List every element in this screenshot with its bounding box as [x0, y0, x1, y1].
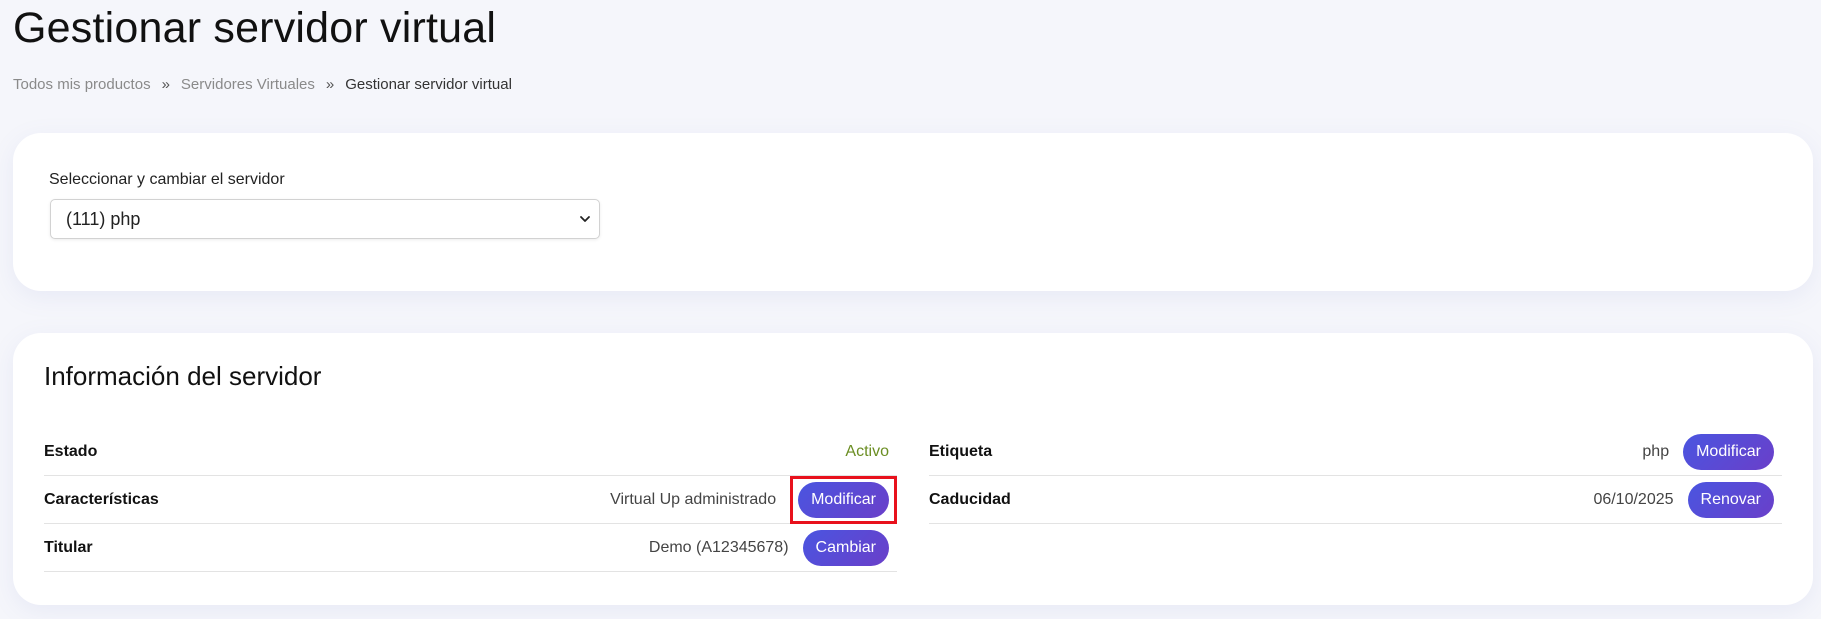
- highlight-box: Modificar: [790, 475, 897, 524]
- server-info-left-column: Estado Activo Características Virtual Up…: [44, 428, 897, 572]
- page-title: Gestionar servidor virtual: [13, 4, 497, 52]
- renew-button[interactable]: Renovar: [1687, 481, 1774, 518]
- modify-tag-button[interactable]: Modificar: [1683, 433, 1774, 470]
- status-label: Estado: [44, 442, 98, 460]
- server-info-title: Información del servidor: [44, 361, 322, 391]
- breadcrumb-separator: »: [325, 76, 335, 93]
- expiry-value: 06/10/2025: [1593, 490, 1674, 508]
- server-info-right-column: Etiqueta php Modificar Caducidad 06/10/2…: [929, 428, 1782, 524]
- server-select-card: Seleccionar y cambiar el servidor (111) …: [13, 133, 1813, 291]
- status-value: Activo: [845, 442, 889, 460]
- server-select-label: Seleccionar y cambiar el servidor: [49, 171, 285, 188]
- info-row-tag: Etiqueta php Modificar: [929, 428, 1782, 476]
- breadcrumb-item-products[interactable]: Todos mis productos: [13, 76, 151, 93]
- breadcrumb-current: Gestionar servidor virtual: [345, 76, 512, 93]
- tag-label: Etiqueta: [929, 442, 993, 460]
- server-info-card: Información del servidor Estado Activo C…: [13, 333, 1813, 605]
- breadcrumb: Todos mis productos » Servidores Virtual…: [13, 76, 512, 93]
- tag-value: php: [1642, 442, 1670, 460]
- server-select-value: (111) php: [66, 208, 141, 229]
- info-row-status: Estado Activo: [44, 428, 897, 476]
- features-label: Características: [44, 490, 159, 508]
- breadcrumb-separator: »: [161, 76, 170, 93]
- info-row-holder: Titular Demo (A12345678) Cambiar: [44, 524, 897, 572]
- holder-value: Demo (A12345678): [648, 538, 789, 556]
- holder-label: Titular: [44, 538, 93, 556]
- info-row-features: Características Virtual Up administrado …: [44, 475, 897, 524]
- info-row-expiry: Caducidad 06/10/2025 Renovar: [929, 476, 1782, 524]
- change-holder-button[interactable]: Cambiar: [802, 529, 889, 566]
- server-select-dropdown[interactable]: (111) php: [50, 199, 600, 239]
- features-value: Virtual Up administrado: [610, 490, 777, 508]
- chevron-down-icon: [580, 216, 590, 222]
- breadcrumb-item-virtual-servers[interactable]: Servidores Virtuales: [181, 76, 315, 93]
- modify-features-button[interactable]: Modificar: [798, 481, 889, 518]
- expiry-label: Caducidad: [929, 490, 1011, 508]
